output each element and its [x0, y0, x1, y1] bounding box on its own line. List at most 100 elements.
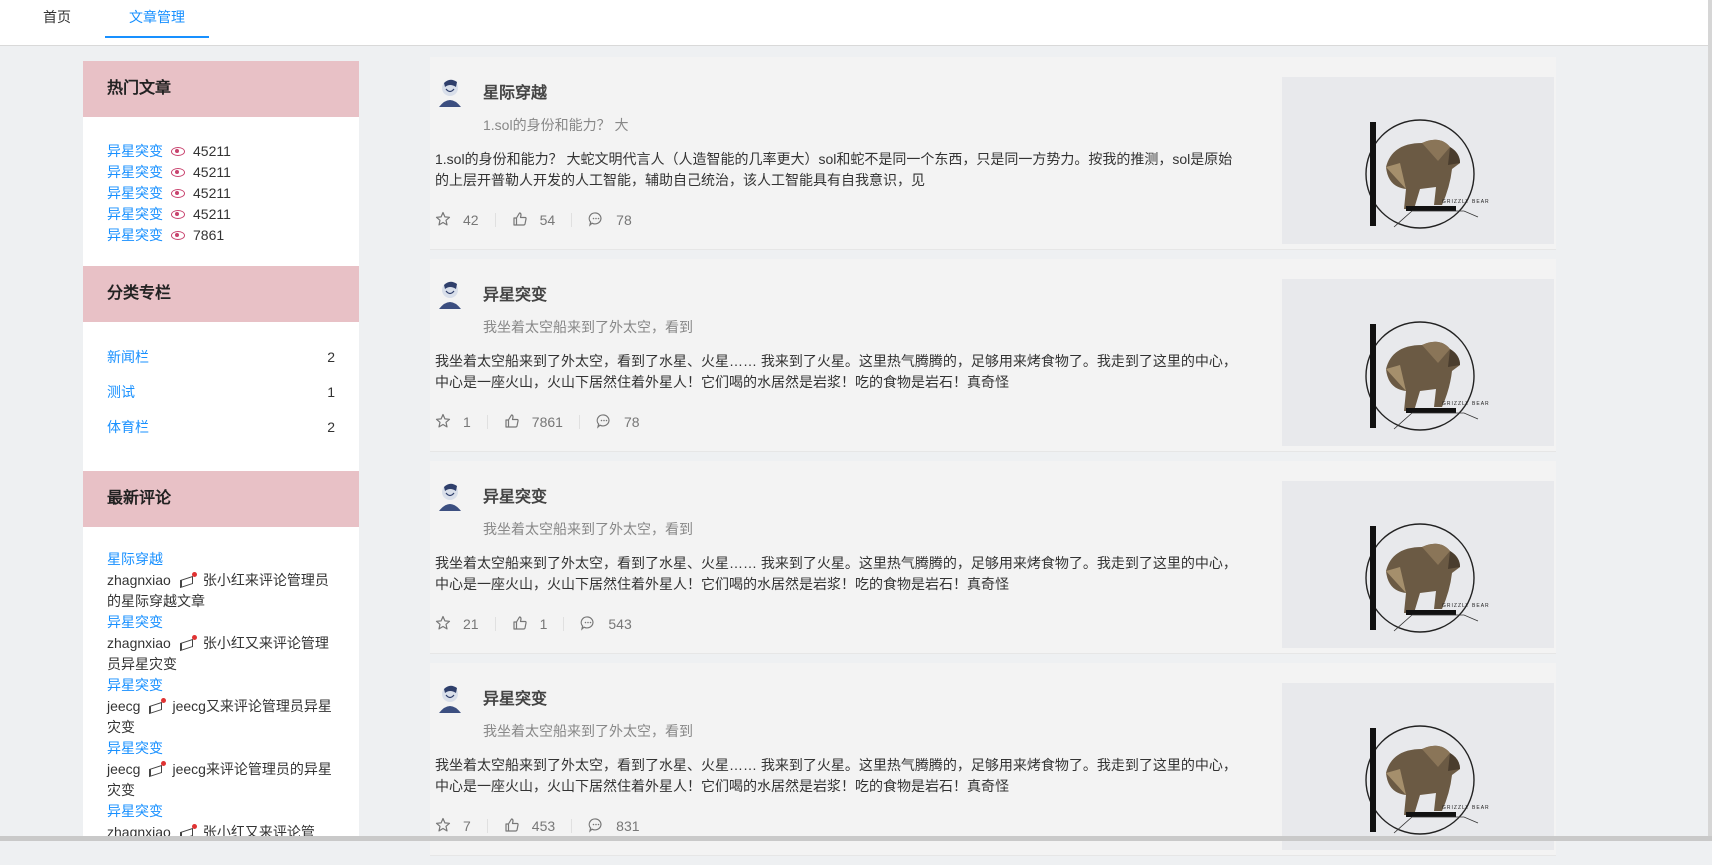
view-count: 45211	[193, 164, 231, 180]
comment-item: 异星突变 zhagnxiao 张小红又来评论管	[107, 801, 335, 841]
divider	[494, 617, 496, 631]
eye-icon	[171, 189, 185, 198]
user-avatar	[436, 481, 464, 511]
article-card[interactable]: 星际穿越 1.sol的身份和能力？ 大 1.sol的身份和能力？ 大蛇文明代言人（人…	[430, 57, 1556, 250]
category-link[interactable]: 测试	[107, 375, 135, 410]
article-card[interactable]: 异星突变 我坐着太空船来到了外太空，看到 我坐着太空船来到了外太空，看到了水星、火星…	[430, 259, 1556, 452]
article-title[interactable]: 异星突变	[483, 483, 547, 507]
comment-item: 异星突变 jeecg jeecg又来评论管理员异星灾变	[107, 675, 335, 738]
star-count: 7	[463, 818, 471, 834]
article-stats: 1 7861 78	[435, 412, 640, 432]
star-icon	[435, 615, 451, 634]
comment-count: 78	[623, 414, 640, 430]
like-button[interactable]: 54	[512, 211, 555, 230]
thumb-up-icon	[504, 413, 520, 432]
comment-count: 543	[608, 616, 632, 632]
divider	[578, 415, 580, 429]
category-link[interactable]: 新闻栏	[107, 340, 149, 375]
hot-article-item: 异星突变 45211	[107, 162, 335, 183]
article-stats: 42 54 78	[435, 210, 632, 230]
article-thumbnail[interactable]: GRIZZLY BEAR	[1282, 77, 1554, 244]
comment-button[interactable]: 78	[596, 413, 640, 432]
svg-text:GRIZZLY BEAR: GRIZZLY BEAR	[1442, 805, 1490, 811]
article-body: 1.sol的身份和能力？ 大蛇文明代言人（人造智能的几率更大）sol和蛇不是同一…	[435, 151, 1233, 188]
comment-user: jeecg	[107, 698, 141, 714]
article-stats: 21 1 543	[435, 614, 632, 634]
svg-text:GRIZZLY BEAR: GRIZZLY BEAR	[1442, 401, 1490, 407]
article-title[interactable]: 异星突变	[483, 685, 547, 709]
comment-user: zhagnxiao	[107, 572, 171, 588]
comment-article-link[interactable]: 异星突变	[107, 801, 335, 822]
article-title[interactable]: 异星突变	[483, 281, 547, 305]
star-button[interactable]: 42	[435, 211, 479, 230]
article-summary: 我坐着太空船来到了外太空，看到	[483, 723, 693, 739]
comment-user: zhagnxiao	[107, 635, 171, 651]
view-count: 45211	[193, 206, 231, 222]
article-thumbnail[interactable]: GRIZZLY BEAR	[1282, 279, 1554, 446]
divider	[486, 819, 488, 833]
category-count: 1	[327, 384, 335, 400]
like-count: 7861	[531, 414, 563, 430]
hot-article-link[interactable]: 异星突变	[107, 141, 163, 162]
tab-article-management[interactable]: 文章管理	[105, 0, 209, 45]
comment-item: 异星突变 jeecg jeecg来评论管理员的异星灾变	[107, 738, 335, 801]
article-card[interactable]: 异星突变 我坐着太空船来到了外太空，看到 我坐着太空船来到了外太空，看到了水星、火星…	[430, 461, 1556, 654]
megaphone-icon	[179, 572, 197, 587]
comment-count: 831	[616, 818, 640, 834]
hot-article-link[interactable]: 异星突变	[107, 183, 163, 204]
like-button[interactable]: 453	[504, 817, 555, 836]
hot-article-link[interactable]: 异星突变	[107, 225, 163, 246]
category-count: 2	[327, 349, 335, 365]
star-button[interactable]: 1	[435, 413, 471, 432]
vertical-scrollbar[interactable]	[1708, 0, 1712, 841]
comment-item: 异星突变 zhagnxiao 张小红又来评论管理员异星灾变	[107, 612, 335, 675]
star-button[interactable]: 7	[435, 817, 471, 836]
comment-icon	[580, 615, 596, 634]
hot-article-link[interactable]: 异星突变	[107, 162, 163, 183]
hot-article-item: 异星突变 45211	[107, 204, 335, 225]
user-avatar	[436, 683, 464, 713]
article-card[interactable]: 异星突变 我坐着太空船来到了外太空，看到 我坐着太空船来到了外太空，看到了水星、火星…	[430, 663, 1556, 856]
horizontal-scrollbar[interactable]	[0, 836, 1712, 841]
category-link[interactable]: 体育栏	[107, 410, 149, 445]
star-icon	[435, 413, 451, 432]
comment-article-link[interactable]: 异星突变	[107, 675, 335, 696]
hot-article-item: 异星突变 7861	[107, 225, 335, 246]
eye-icon	[171, 168, 185, 177]
latest-comments-list: 星际穿越 zhagnxiao 张小红来评论管理员的星际穿越文章 异星突变 zhag…	[83, 527, 359, 841]
comment-article-link[interactable]: 星际穿越	[107, 549, 335, 570]
user-avatar	[436, 77, 464, 107]
hot-article-link[interactable]: 异星突变	[107, 204, 163, 225]
article-summary: 我坐着太空船来到了外太空，看到	[483, 521, 693, 537]
view-count: 7861	[193, 227, 225, 243]
article-title[interactable]: 星际穿越	[483, 79, 547, 103]
hot-articles-list: 异星突变 45211 异星突变 45211 异星突变 45211 异星突变 45…	[83, 117, 359, 266]
user-avatar	[436, 279, 464, 309]
comment-button[interactable]: 543	[580, 615, 632, 634]
star-icon	[435, 817, 451, 836]
like-button[interactable]: 1	[512, 615, 547, 634]
category-item: 体育栏 2	[107, 410, 335, 445]
comment-article-link[interactable]: 异星突变	[107, 738, 335, 759]
like-button[interactable]: 7861	[504, 413, 563, 432]
article-thumbnail[interactable]: GRIZZLY BEAR	[1282, 481, 1554, 648]
thumb-up-icon	[512, 615, 528, 634]
eye-icon	[171, 231, 185, 240]
article-thumbnail[interactable]: GRIZZLY BEAR	[1282, 683, 1554, 850]
svg-text:GRIZZLY BEAR: GRIZZLY BEAR	[1442, 199, 1490, 205]
top-nav-bar: 首页 文章管理	[0, 0, 1712, 46]
divider	[563, 617, 565, 631]
comment-button[interactable]: 831	[588, 817, 640, 836]
category-item: 新闻栏 2	[107, 340, 335, 375]
megaphone-icon	[148, 698, 167, 713]
comment-article-link[interactable]: 异星突变	[107, 612, 335, 633]
comment-icon	[596, 413, 612, 432]
category-item: 测试 1	[107, 375, 335, 410]
megaphone-icon	[179, 635, 197, 650]
star-button[interactable]: 21	[435, 615, 479, 634]
tab-home[interactable]: 首页	[43, 0, 71, 45]
sidebar: 热门文章 异星突变 45211 异星突变 45211 异星突变 45211 异星…	[83, 61, 359, 841]
star-count: 1	[463, 414, 471, 430]
comment-button[interactable]: 78	[588, 211, 632, 230]
like-count: 453	[531, 818, 556, 834]
